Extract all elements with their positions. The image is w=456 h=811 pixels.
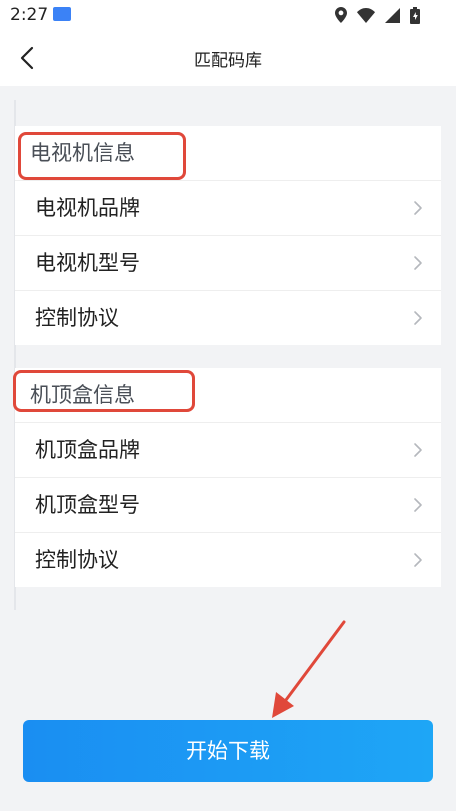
status-bar: 2:27 — [0, 0, 456, 30]
annotation-arrow-icon — [272, 620, 346, 718]
chevron-right-icon — [414, 201, 422, 215]
chevron-right-icon — [414, 311, 422, 325]
battery-icon — [410, 6, 420, 24]
tv-info-card: 电视机信息 电视机品牌 电视机型号 控制协议 — [15, 126, 441, 345]
stb-brand-row[interactable]: 机顶盒品牌 — [15, 423, 441, 478]
stb-brand-label: 机顶盒品牌 — [35, 438, 140, 462]
chevron-right-icon — [414, 443, 422, 457]
tv-brand-row[interactable]: 电视机品牌 — [15, 181, 441, 236]
tv-protocol-label: 控制协议 — [35, 306, 119, 330]
page-title: 匹配码库 — [194, 51, 262, 71]
stb-model-label: 机顶盒型号 — [35, 493, 140, 517]
chevron-right-icon — [414, 256, 422, 270]
tv-protocol-row[interactable]: 控制协议 — [15, 291, 441, 345]
notification-icon — [53, 7, 71, 21]
stb-protocol-row[interactable]: 控制协议 — [15, 533, 441, 587]
stb-section-title: 机顶盒信息 — [15, 368, 441, 423]
start-download-button[interactable]: 开始下载 — [23, 720, 433, 782]
chevron-right-icon — [414, 498, 422, 512]
tv-section-title: 电视机信息 — [15, 126, 441, 181]
status-time: 2:27 — [10, 5, 49, 25]
tv-brand-label: 电视机品牌 — [35, 196, 140, 220]
stb-info-card: 机顶盒信息 机顶盒品牌 机顶盒型号 控制协议 — [15, 368, 441, 587]
tv-model-label: 电视机型号 — [35, 251, 140, 275]
app-header: 匹配码库 — [0, 30, 456, 86]
chevron-right-icon — [414, 553, 422, 567]
wifi-icon — [357, 7, 375, 23]
signal-icon — [385, 7, 400, 23]
tv-model-row[interactable]: 电视机型号 — [15, 236, 441, 291]
status-icons — [335, 6, 420, 24]
stb-protocol-label: 控制协议 — [35, 548, 119, 572]
stb-model-row[interactable]: 机顶盒型号 — [15, 478, 441, 533]
location-icon — [335, 7, 347, 23]
